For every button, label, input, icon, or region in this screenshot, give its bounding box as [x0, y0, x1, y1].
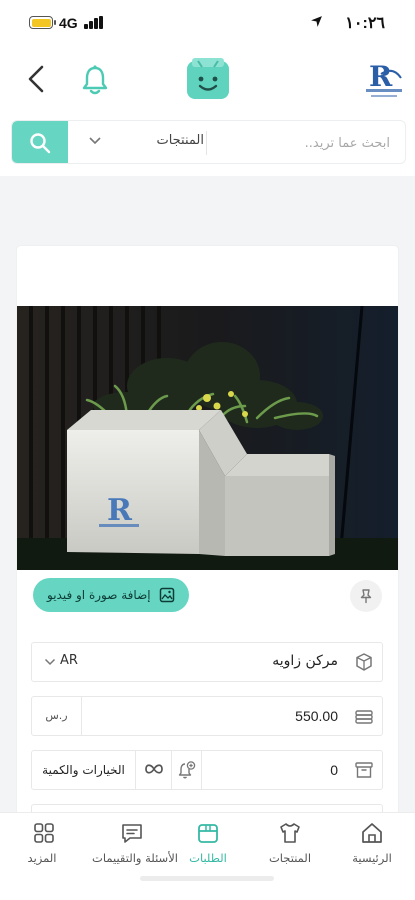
product-image[interactable]: R [17, 306, 398, 570]
product-quantity-field[interactable]: 0 الخيارات والكمية [31, 750, 383, 790]
mascot-logo[interactable] [186, 58, 230, 100]
unlimited-quantity-button[interactable] [136, 751, 172, 789]
chevron-down-icon [89, 137, 101, 145]
tab-label: الطلبات [189, 851, 227, 865]
inventory-box-icon [346, 751, 382, 789]
price-value: 550.00 [295, 708, 338, 724]
tab-home[interactable]: الرئيسية [340, 813, 404, 873]
tab-label: الرئيسية [352, 851, 392, 865]
bell-plus-icon [178, 761, 196, 779]
product-name-field[interactable]: مركن زاويه AR [31, 642, 383, 682]
tab-orders[interactable]: الطلبات [176, 813, 240, 873]
tab-label: المنتجات [268, 851, 312, 865]
tab-products[interactable]: المنتجات [258, 813, 322, 873]
infinity-icon [145, 764, 163, 774]
box-icon [346, 643, 382, 681]
options-quantity-button[interactable]: الخيارات والكمية [32, 751, 136, 789]
tab-label: الأسئلة والتقييمات [92, 851, 178, 865]
bell-icon[interactable] [80, 64, 110, 96]
money-icon [346, 697, 382, 735]
svg-text:R: R [107, 493, 133, 528]
svg-text:R: R [369, 60, 393, 93]
status-bar: 4G ١٠:٢٦ [0, 0, 415, 46]
pin-button[interactable] [350, 580, 382, 612]
add-media-button[interactable]: إضافة صورة او فيديو [33, 578, 189, 612]
product-price-field[interactable]: 550.00 ر.س [31, 696, 383, 736]
bottom-tab-bar: الرئيسية المنتجات الطلبات الأسئلة والتقي… [0, 812, 415, 900]
quantity-value: 0 [330, 762, 338, 778]
location-arrow-icon [311, 16, 322, 27]
currency-label: ر.س [32, 697, 82, 735]
search-input[interactable] [212, 121, 392, 163]
divider [206, 131, 207, 155]
tab-questions-reviews[interactable]: الأسئلة والتقييمات [92, 813, 178, 873]
signal-icon [84, 16, 104, 29]
orders-box-icon [198, 824, 218, 843]
language-select[interactable]: AR [60, 653, 78, 668]
product-card: R إضافة صورة او فيديو مركن زاويه AR 550.… [17, 246, 398, 828]
tab-more[interactable]: المزيد [12, 813, 72, 873]
home-icon [362, 823, 382, 843]
search-box: المنتجات [11, 120, 406, 164]
chat-icon [122, 824, 142, 843]
stock-alert-button[interactable] [172, 751, 202, 789]
network-type: 4G [59, 15, 78, 31]
add-media-label: إضافة صورة او فيديو [47, 588, 151, 602]
tab-label: المزيد [27, 851, 57, 865]
home-indicator [140, 876, 274, 881]
brand-logo: R [366, 60, 402, 97]
image-add-icon [159, 587, 174, 603]
grid-icon [34, 823, 54, 843]
search-bar: المنتجات [0, 114, 415, 176]
back-chevron-icon[interactable] [24, 64, 48, 94]
search-icon [30, 133, 51, 154]
tshirt-icon [280, 823, 300, 843]
product-name-value: مركن زاويه [272, 653, 338, 669]
category-select[interactable]: المنتجات [80, 121, 204, 163]
pin-icon [360, 589, 372, 604]
battery-icon [29, 16, 56, 29]
chevron-down-icon [44, 658, 56, 666]
category-label: المنتجات [156, 133, 204, 148]
clock: ١٠:٢٦ [345, 15, 385, 32]
search-button[interactable] [12, 121, 68, 163]
app-header: R [0, 46, 415, 114]
